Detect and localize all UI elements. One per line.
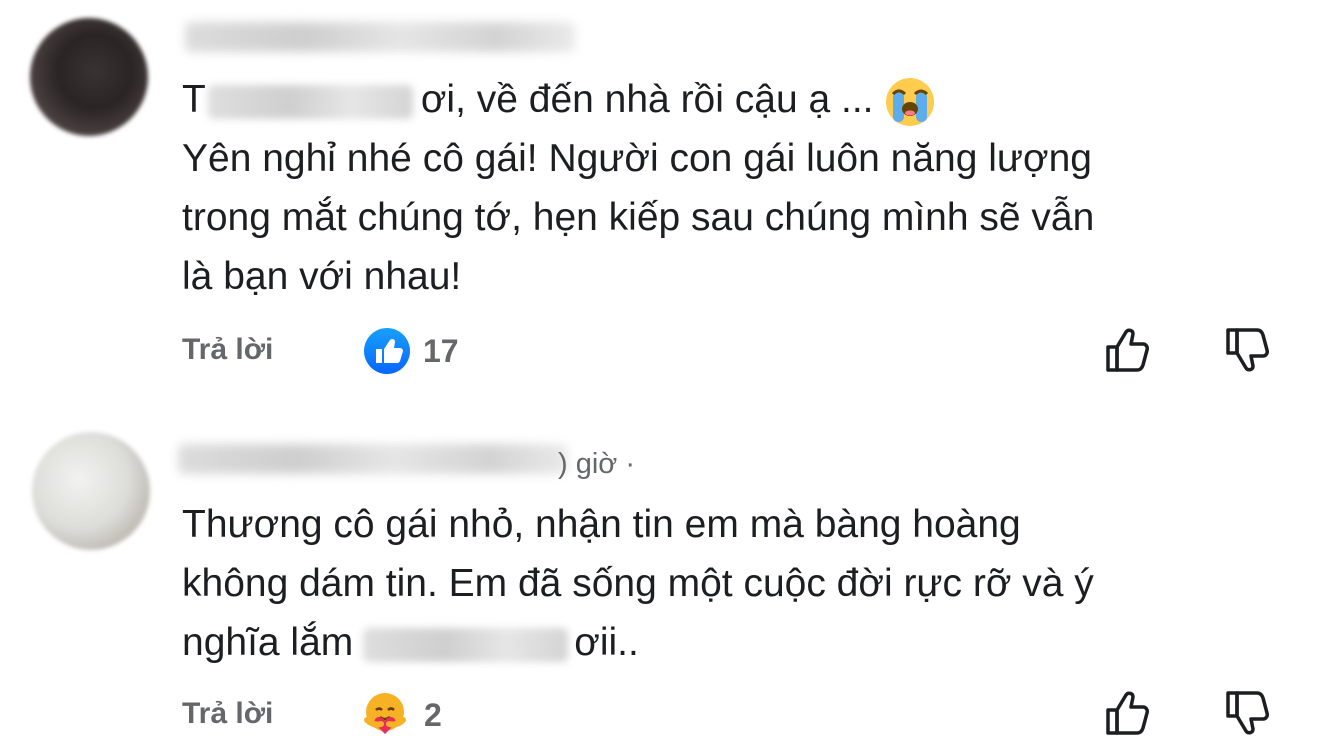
comment-text: Thương cô gái nhỏ, nhận tin em mà bàng h… bbox=[182, 495, 1094, 672]
comment-line: Tơi, về đến nhà rồi cậu ạ ... bbox=[182, 70, 1094, 129]
comment-line: là bạn với nhau! bbox=[182, 255, 462, 298]
avatar[interactable] bbox=[32, 432, 150, 550]
reply-button[interactable]: Trả lời bbox=[182, 697, 273, 731]
author-name-redacted[interactable] bbox=[178, 444, 568, 474]
comment-line: không dám tin. Em đã sống một cuộc đời r… bbox=[182, 562, 1094, 605]
like-icon[interactable] bbox=[364, 328, 410, 374]
author-name-redacted[interactable] bbox=[185, 22, 575, 52]
avatar[interactable] bbox=[30, 18, 148, 136]
comment-line: Yên nghỉ nhé cô gái! Người con gái luôn … bbox=[182, 137, 1092, 180]
comment-text: Tơi, về đến nhà rồi cậu ạ ... Yên nghỉ n… bbox=[182, 70, 1094, 306]
comment-line: nghĩa lắm ơii.. bbox=[182, 621, 639, 664]
thumbs-up-icon[interactable] bbox=[1104, 325, 1154, 375]
mentioned-name-redacted[interactable] bbox=[207, 84, 413, 119]
reply-button[interactable]: Trả lời bbox=[182, 333, 273, 367]
mentioned-name-redacted[interactable] bbox=[363, 627, 569, 662]
timestamp[interactable]: ) giờ · bbox=[558, 448, 635, 481]
care-icon[interactable] bbox=[361, 690, 409, 738]
comment-line: Thương cô gái nhỏ, nhận tin em mà bàng h… bbox=[182, 503, 1021, 546]
loudly-crying-face-icon bbox=[886, 77, 935, 126]
thumbs-down-icon[interactable] bbox=[1224, 688, 1274, 738]
comment-line: trong mắt chúng tớ, hẹn kiếp sau chúng m… bbox=[182, 196, 1095, 239]
reaction-count[interactable]: 17 bbox=[423, 333, 459, 370]
thumbs-down-icon[interactable] bbox=[1224, 325, 1274, 375]
reaction-count[interactable]: 2 bbox=[424, 697, 442, 734]
thumbs-up-icon[interactable] bbox=[1104, 688, 1154, 738]
